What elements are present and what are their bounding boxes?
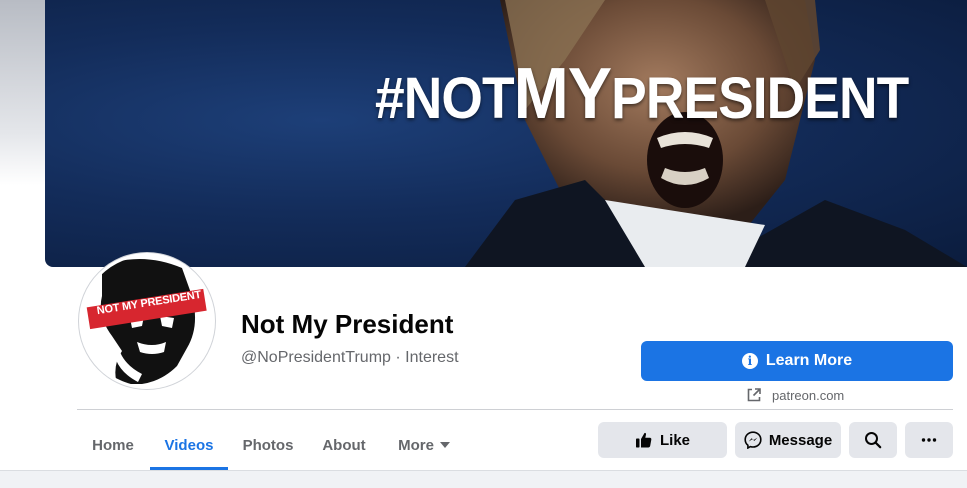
tab-more[interactable]: More bbox=[381, 420, 467, 470]
page-title: Not My President bbox=[241, 309, 454, 339]
like-button[interactable]: Like bbox=[598, 422, 727, 458]
tab-home-label: Home bbox=[92, 436, 134, 454]
more-options-button[interactable] bbox=[905, 422, 953, 458]
avatar-portrait-illustration bbox=[82, 256, 212, 386]
messenger-icon bbox=[744, 431, 762, 449]
profile-avatar[interactable]: NOT MY PRESIDENT bbox=[79, 253, 215, 389]
info-icon: i bbox=[741, 353, 758, 369]
tab-photos-label: Photos bbox=[242, 436, 294, 454]
left-gutter bbox=[0, 0, 45, 265]
tab-about[interactable]: About bbox=[308, 420, 380, 470]
page-category: Interest bbox=[405, 349, 459, 366]
cover-text-suffix: PRESIDENT bbox=[611, 66, 909, 131]
cover-text-emphasis: MY bbox=[513, 54, 612, 134]
caret-down-icon bbox=[439, 442, 450, 448]
message-label: Message bbox=[768, 431, 833, 449]
patreon-link-text: patreon.com bbox=[772, 387, 845, 403]
learn-more-button[interactable]: i Learn More bbox=[641, 341, 953, 381]
message-button[interactable]: Message bbox=[735, 422, 841, 458]
external-link-icon bbox=[747, 388, 761, 402]
page-content-background bbox=[0, 470, 967, 488]
cover-hashtag-text: #NOTMYPRESIDENT bbox=[375, 58, 909, 135]
subtitle-separator: · bbox=[395, 349, 401, 366]
cover-photo[interactable]: #NOTMYPRESIDENT bbox=[45, 0, 967, 267]
like-label: Like bbox=[659, 431, 690, 449]
thumbs-up-icon bbox=[635, 432, 652, 448]
learn-more-label: Learn More bbox=[765, 352, 853, 369]
search-icon bbox=[865, 432, 882, 449]
cover-text-prefix: #NOT bbox=[375, 66, 515, 131]
search-button[interactable] bbox=[849, 422, 897, 458]
page-subtitle: @NoPresidentTrump · Interest bbox=[241, 349, 459, 367]
ellipsis-icon bbox=[921, 438, 937, 442]
tab-videos[interactable]: Videos bbox=[150, 420, 228, 470]
header-divider bbox=[77, 409, 953, 410]
patreon-link[interactable]: patreon.com bbox=[746, 386, 844, 404]
tab-videos-label: Videos bbox=[164, 436, 214, 454]
tab-home[interactable]: Home bbox=[77, 420, 149, 470]
tab-more-label: More bbox=[398, 436, 434, 454]
page-handle: @NoPresidentTrump bbox=[241, 349, 391, 366]
tab-about-label: About bbox=[322, 436, 366, 454]
tab-photos[interactable]: Photos bbox=[229, 420, 307, 470]
